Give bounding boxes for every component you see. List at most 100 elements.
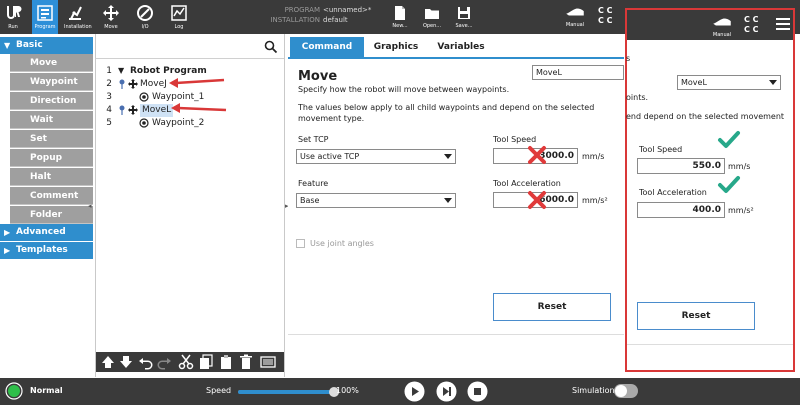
command-sidebar: ▼ Basic Move Waypoint Direction Wait Set… [0, 34, 95, 377]
move-type-select[interactable]: MoveL [677, 75, 781, 90]
io-icon [137, 5, 153, 21]
open-button[interactable]: Open... [420, 0, 444, 34]
mode-manual[interactable]: Manual [707, 12, 737, 38]
tool-speed-label: Tool Speed [493, 135, 537, 144]
reset-button[interactable]: Reset [493, 293, 611, 321]
nav-move-label: Move [104, 24, 118, 30]
nav-io[interactable]: I/O [134, 0, 156, 34]
simulation-toggle[interactable] [614, 384, 638, 398]
nav-log[interactable]: Log [168, 0, 190, 34]
divider [627, 344, 793, 345]
check-icon [718, 131, 740, 148]
annotation-arrow-icon [171, 103, 227, 113]
undo-icon[interactable] [138, 354, 154, 370]
command-panel: Command Graphics Variables Move Specify … [288, 34, 624, 377]
tab-variables[interactable]: Variables [428, 37, 494, 57]
tree-row-label: MoveJ [140, 79, 167, 89]
expand-arrow-icon[interactable]: ▼ [118, 66, 128, 76]
save-button[interactable]: Save... [452, 0, 476, 34]
nav-run[interactable]: Run [2, 0, 24, 34]
robot-status-icon[interactable] [5, 382, 23, 400]
section-advanced[interactable]: ▶ Advanced [0, 224, 93, 241]
step-icon[interactable] [436, 381, 457, 402]
new-file-icon [395, 6, 405, 20]
hamburger-menu-icon[interactable] [775, 16, 791, 32]
status-text: Normal [30, 386, 63, 395]
cmd-move[interactable]: Move [10, 54, 93, 72]
speed-label: Speed [206, 386, 232, 395]
tool-accel-unit: mm/s² [582, 196, 608, 205]
suppress-icon[interactable] [260, 354, 276, 370]
cmd-wait[interactable]: Wait [10, 111, 93, 129]
tool-accel-label: Tool Acceleration [493, 179, 561, 188]
cmd-set-label: Set [30, 134, 47, 144]
new-button[interactable]: New... [388, 0, 412, 34]
tool-accel-unit: mm/s² [728, 206, 754, 215]
program-name: <unnamed>* [323, 6, 372, 14]
feature-label: Feature [298, 179, 329, 188]
cmd-popup[interactable]: Popup [10, 149, 93, 167]
tree-row-num: 3 [106, 92, 112, 102]
save-label: Save... [455, 23, 473, 29]
mode-manual[interactable]: Manual [560, 2, 590, 32]
simulation-toggle-knob [615, 385, 627, 397]
move-up-icon[interactable] [100, 354, 116, 370]
move-down-icon[interactable] [118, 354, 134, 370]
speed-slider[interactable] [238, 387, 339, 397]
move-type-value: MoveL [681, 78, 707, 87]
tree-row-num: 4 [106, 105, 112, 115]
cmd-comment[interactable]: Comment [10, 187, 93, 205]
nav-io-label: I/O [141, 24, 149, 30]
cmd-folder[interactable]: Folder [10, 206, 93, 224]
nav-log-label: Log [174, 24, 184, 30]
search-icon[interactable] [264, 40, 278, 54]
stop-icon[interactable] [467, 381, 488, 402]
play-icon[interactable] [404, 381, 425, 402]
tool-accel-value: 400.0 [692, 205, 721, 215]
tree-search-bar [96, 37, 284, 59]
cmd-waypoint[interactable]: Waypoint [10, 73, 93, 91]
tab-command[interactable]: Command [290, 37, 364, 57]
divider [288, 334, 624, 335]
tool-speed-unit: mm/s [728, 162, 751, 171]
joint-angles-checkbox[interactable] [296, 239, 305, 248]
feature-select[interactable]: Base [296, 193, 456, 208]
cmd-set[interactable]: Set [10, 130, 93, 148]
nav-move[interactable]: Move [100, 0, 122, 34]
move-type-select[interactable]: MoveL [532, 65, 624, 80]
tool-accel-input[interactable]: 400.0 [637, 202, 725, 218]
section-basic[interactable]: ▼ Basic [0, 37, 93, 54]
tab-graphics[interactable]: Graphics [364, 37, 428, 57]
cmd-comment-label: Comment [30, 191, 79, 201]
cmd-direction[interactable]: Direction [10, 92, 93, 110]
tree-row-waypoint-2[interactable]: 5 Waypoint_2 [96, 117, 284, 130]
delete-icon[interactable] [238, 354, 254, 370]
nav-installation[interactable]: Installation [64, 0, 92, 34]
tree-row-num: 1 [106, 66, 112, 76]
check-icon [718, 176, 740, 193]
description-text: The values below apply to all child wayp… [298, 103, 595, 123]
partial-text: oints. [626, 93, 649, 102]
pin-icon [119, 105, 125, 115]
ur-logo-icon [7, 6, 22, 19]
redo-icon[interactable] [156, 354, 172, 370]
nav-run-label: Run [8, 24, 18, 30]
cmd-move-label: Move [30, 58, 58, 68]
speed-slider-fill [238, 390, 334, 394]
feature-value: Base [300, 196, 320, 205]
section-templates[interactable]: ▶ Templates [0, 242, 93, 259]
chevron-right-icon: ▶ [4, 246, 11, 255]
cut-icon[interactable] [178, 354, 194, 370]
copy-icon[interactable] [198, 354, 214, 370]
reset-button[interactable]: Reset [637, 302, 755, 330]
tool-speed-label: Tool Speed [639, 145, 683, 154]
set-tcp-value: Use active TCP [300, 152, 360, 161]
section-templates-label: Templates [16, 245, 68, 255]
tool-speed-input[interactable]: 550.0 [637, 158, 725, 174]
nav-program[interactable]: Program [32, 0, 58, 34]
collapse-sidebar-handle[interactable]: ◂ [88, 202, 92, 210]
cmd-halt[interactable]: Halt [10, 168, 93, 186]
cmd-direction-label: Direction [30, 96, 77, 106]
set-tcp-select[interactable]: Use active TCP [296, 149, 456, 164]
paste-icon[interactable] [218, 354, 234, 370]
